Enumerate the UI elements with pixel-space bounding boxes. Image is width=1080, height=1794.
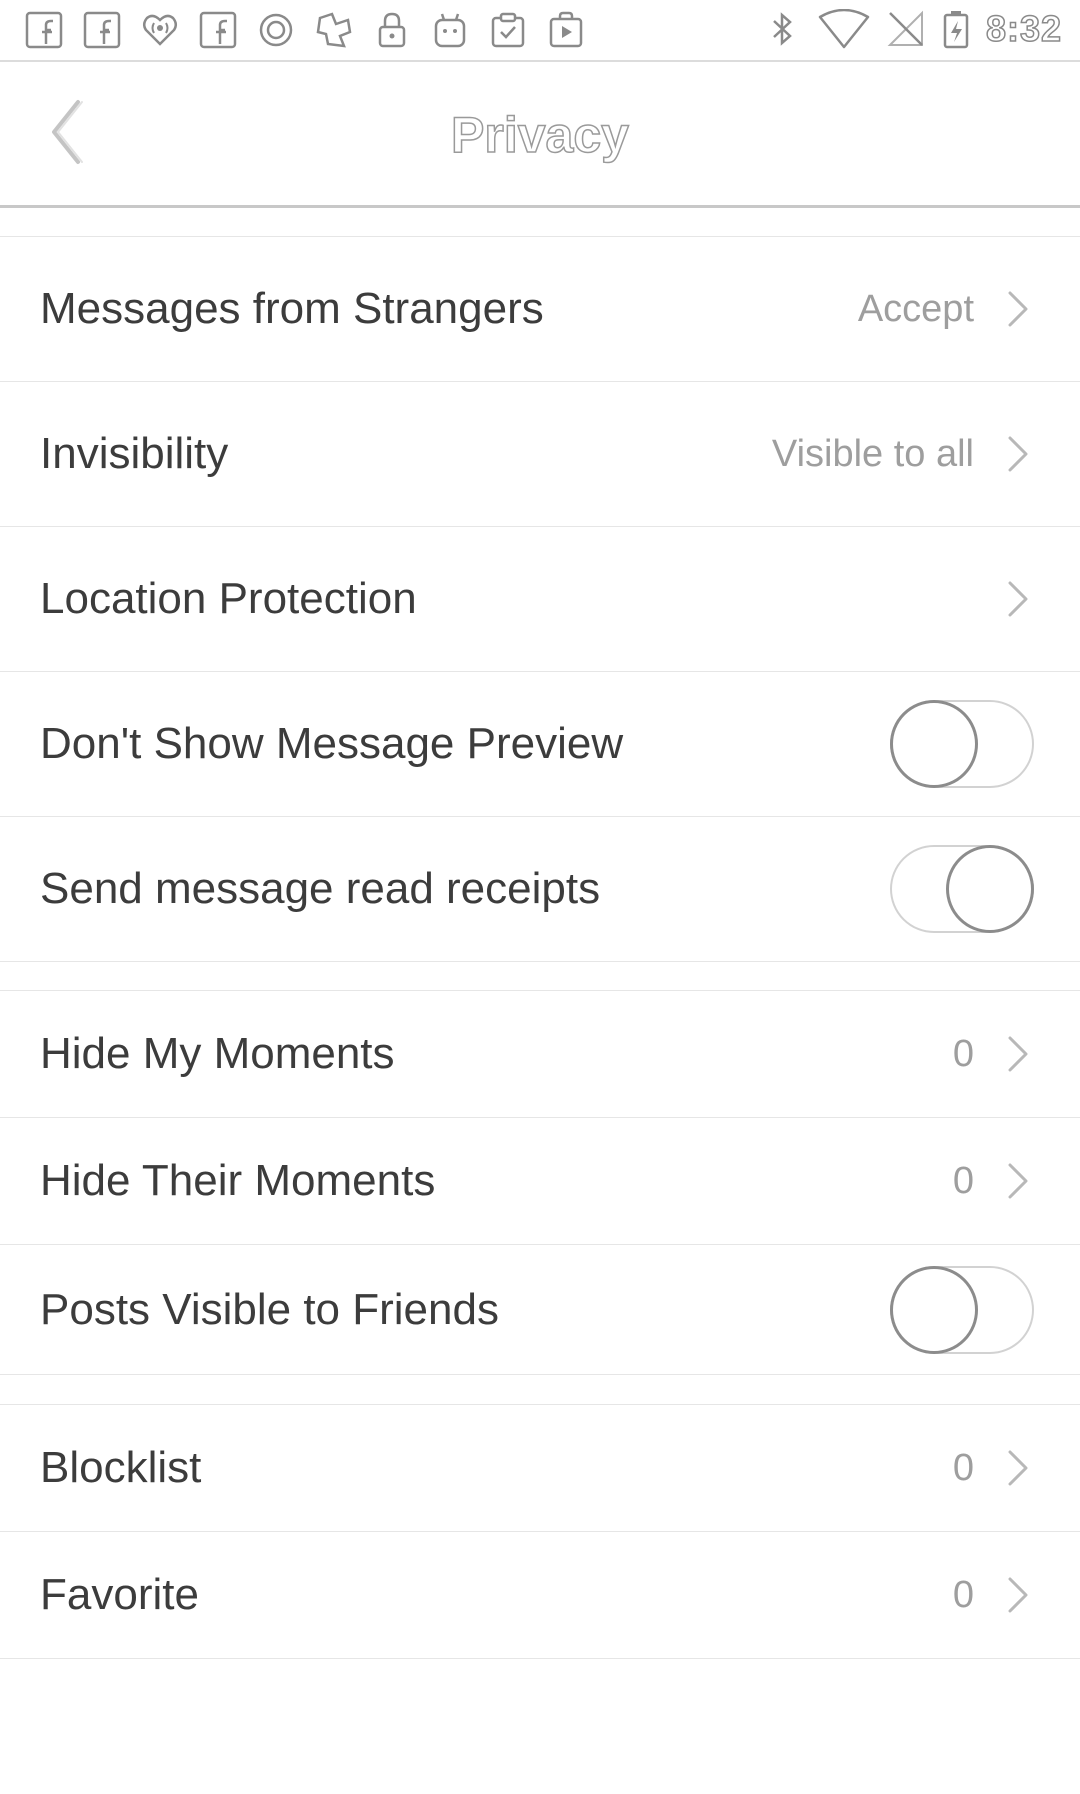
- row-count: 0: [952, 1032, 974, 1075]
- chevron-right-icon: [1006, 1448, 1030, 1488]
- app-header: Privacy: [0, 62, 1080, 208]
- privacy-section-moments: Hide My Moments 0 Hide Their Moments 0 P…: [0, 990, 1080, 1375]
- row-label: Hide My Moments: [40, 1029, 395, 1078]
- message-preview-toggle[interactable]: [890, 700, 1034, 788]
- invisibility-row[interactable]: Invisibility Visible to all: [0, 382, 1080, 527]
- hide-their-moments-row[interactable]: Hide Their Moments 0: [0, 1118, 1080, 1245]
- bluetooth-icon: [762, 9, 802, 49]
- notification-icons: [24, 10, 586, 50]
- chevron-right-icon: [1006, 1161, 1030, 1201]
- dont-show-message-preview-row: Don't Show Message Preview: [0, 672, 1080, 817]
- row-label: Send message read receipts: [40, 864, 601, 913]
- android-icon: [430, 10, 470, 50]
- circle-app-icon: [256, 10, 296, 50]
- messages-from-strangers-row[interactable]: Messages from Strangers Accept: [0, 237, 1080, 382]
- row-count: 0: [952, 1159, 974, 1202]
- row-label: Messages from Strangers: [40, 284, 544, 333]
- hide-my-moments-row[interactable]: Hide My Moments 0: [0, 991, 1080, 1118]
- puzzle-app-icon: [314, 10, 354, 50]
- iheartradio-icon: [140, 10, 180, 50]
- row-label: Posts Visible to Friends: [40, 1284, 499, 1334]
- chevron-right-icon: [1006, 1034, 1030, 1074]
- no-signal-icon: [886, 9, 926, 49]
- favorite-row[interactable]: Favorite 0: [0, 1532, 1080, 1659]
- chevron-right-icon: [1006, 1575, 1030, 1615]
- toggle-knob: [890, 1265, 978, 1354]
- location-protection-row[interactable]: Location Protection: [0, 527, 1080, 672]
- status-time: 8:32: [985, 7, 1062, 50]
- row-label: Invisibility: [40, 429, 229, 478]
- blocklist-row[interactable]: Blocklist 0: [0, 1405, 1080, 1532]
- toggle-knob: [890, 700, 978, 788]
- posts-visible-toggle[interactable]: [890, 1265, 1034, 1354]
- clipboard-check-icon: [488, 10, 528, 50]
- system-status-icons: 8:32: [762, 7, 1062, 50]
- facebook-icon: [24, 10, 64, 50]
- chevron-right-icon: [1006, 434, 1030, 474]
- facebook-icon: [198, 10, 238, 50]
- battery-charging-icon: [942, 9, 970, 49]
- row-label: Hide Their Moments: [40, 1156, 436, 1205]
- read-receipts-toggle[interactable]: [890, 845, 1034, 933]
- play-store-icon: [546, 10, 586, 50]
- chevron-right-icon: [1006, 579, 1030, 619]
- row-label: Blocklist: [40, 1443, 202, 1492]
- chevron-right-icon: [1006, 289, 1030, 329]
- lock-icon: [372, 10, 412, 50]
- row-label: Don't Show Message Preview: [40, 719, 624, 768]
- row-count: 0: [952, 1446, 974, 1489]
- toggle-knob: [946, 845, 1034, 933]
- wifi-icon: [818, 9, 870, 49]
- status-bar: 8:32: [0, 0, 1080, 62]
- page-title: Privacy: [450, 106, 629, 164]
- facebook-icon: [82, 10, 122, 50]
- row-value: Accept: [857, 287, 974, 330]
- send-read-receipts-row: Send message read receipts: [0, 817, 1080, 962]
- row-label: Location Protection: [40, 574, 417, 623]
- row-label: Favorite: [40, 1570, 199, 1619]
- privacy-section-messaging: Messages from Strangers Accept Invisibil…: [0, 236, 1080, 962]
- row-count: 0: [952, 1573, 974, 1616]
- row-value: Visible to all: [771, 432, 974, 475]
- posts-visible-to-friends-row: Posts Visible to Friends: [0, 1245, 1080, 1375]
- privacy-section-lists: Blocklist 0 Favorite 0: [0, 1404, 1080, 1659]
